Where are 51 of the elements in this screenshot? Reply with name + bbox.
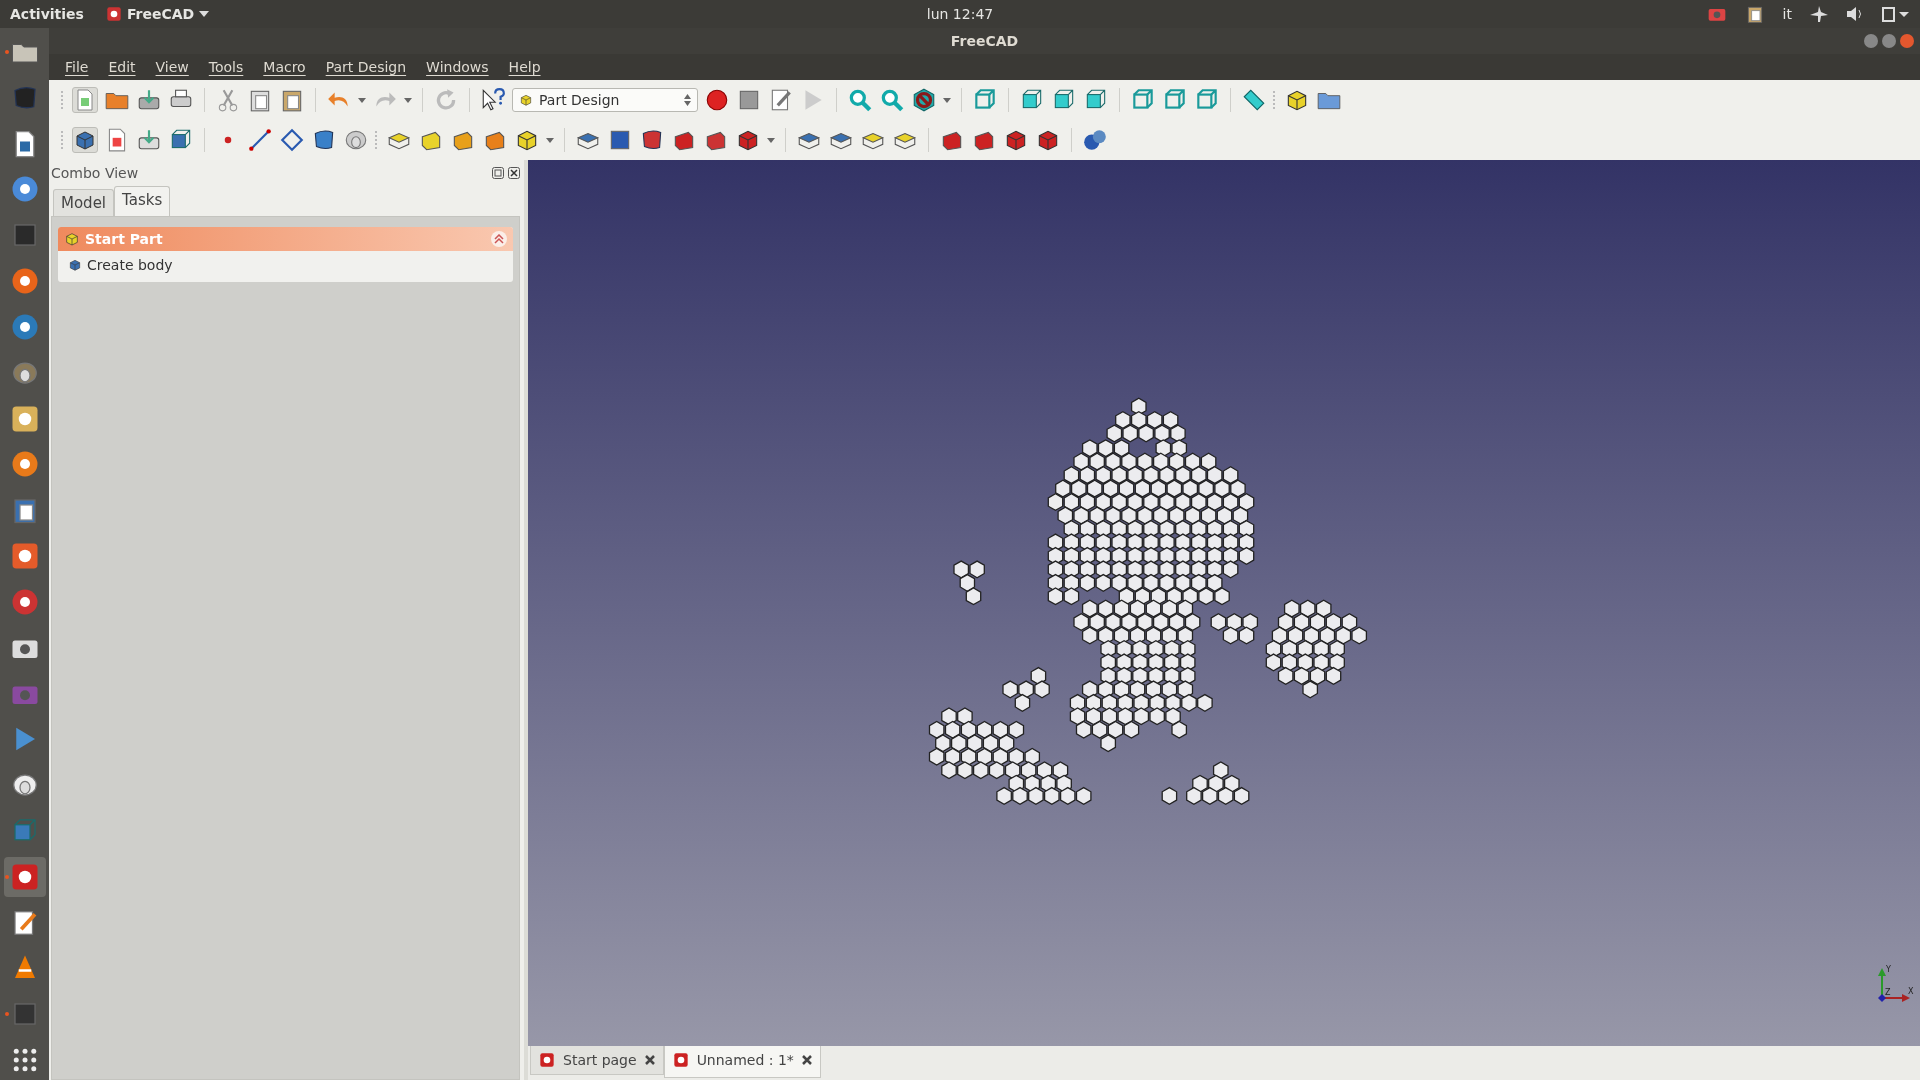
system-menu-icon[interactable] — [1882, 6, 1910, 22]
close-button[interactable] — [508, 167, 520, 179]
menu-item[interactable]: Part Design — [315, 59, 417, 75]
no-entry-icon[interactable] — [911, 87, 937, 113]
fit-all-icon[interactable] — [847, 87, 873, 113]
body-icon — [68, 258, 82, 272]
line-icon[interactable] — [247, 127, 273, 153]
menu-item[interactable]: Tools — [198, 59, 254, 75]
menu-item[interactable]: Edit — [98, 59, 146, 75]
ruler-icon[interactable] — [1241, 87, 1267, 113]
app-menu[interactable]: FreeCAD — [105, 6, 210, 22]
panel-title: Combo View — [51, 165, 139, 181]
whats-this-icon[interactable] — [480, 87, 506, 113]
undock-button[interactable] — [492, 167, 504, 179]
zoom-icon[interactable] — [879, 87, 905, 113]
dropdown-caret-icon[interactable] — [943, 97, 951, 103]
body-icon[interactable] — [72, 127, 98, 153]
dropdown-caret-icon — [199, 11, 210, 17]
menu-item[interactable]: Macro — [253, 59, 316, 75]
workbench-icon — [519, 93, 533, 107]
speaker-icon[interactable] — [1846, 6, 1864, 22]
menu-item[interactable]: Windows — [416, 59, 499, 75]
airplane-icon[interactable] — [1810, 6, 1828, 22]
document-tab[interactable]: Unnamed : 1* — [663, 1046, 821, 1078]
dropdown-caret-icon[interactable] — [767, 137, 775, 143]
activities-button[interactable]: Activities — [10, 6, 84, 22]
plane-icon[interactable] — [279, 127, 305, 153]
menu-item[interactable]: Help — [498, 59, 551, 75]
menu-item[interactable]: View — [145, 59, 199, 75]
close-tab-icon[interactable] — [801, 1055, 812, 1065]
minimize-button[interactable] — [1864, 34, 1878, 48]
window-title: FreeCAD — [950, 33, 1019, 49]
maximize-button[interactable] — [1882, 34, 1896, 48]
panel-tab[interactable]: Tasks — [114, 186, 171, 216]
dropdown-caret-icon[interactable] — [358, 97, 366, 103]
spinner-arrows-icon — [684, 94, 691, 106]
keyboard-layout-indicator[interactable]: it — [1782, 6, 1792, 22]
document-tab[interactable]: Start page — [530, 1046, 664, 1075]
dropdown-caret-icon[interactable] — [404, 97, 412, 103]
panel-tab[interactable]: Model — [53, 189, 115, 216]
task-item[interactable]: Create body — [68, 257, 503, 273]
menu-item[interactable]: File — [55, 59, 99, 75]
close-tab-icon[interactable] — [644, 1055, 655, 1065]
axis-indicator-drawing: Y Z X — [1878, 965, 1914, 1002]
collapse-button[interactable] — [491, 231, 507, 247]
part-icon — [64, 231, 80, 247]
workbench-dropdown[interactable]: Part Design — [512, 88, 698, 112]
clock[interactable]: lun 12:47 — [926, 6, 994, 22]
dock-item[interactable] — [3, 856, 46, 897]
record-icon[interactable] — [704, 87, 730, 113]
dropdown-caret-icon[interactable] — [546, 137, 554, 143]
